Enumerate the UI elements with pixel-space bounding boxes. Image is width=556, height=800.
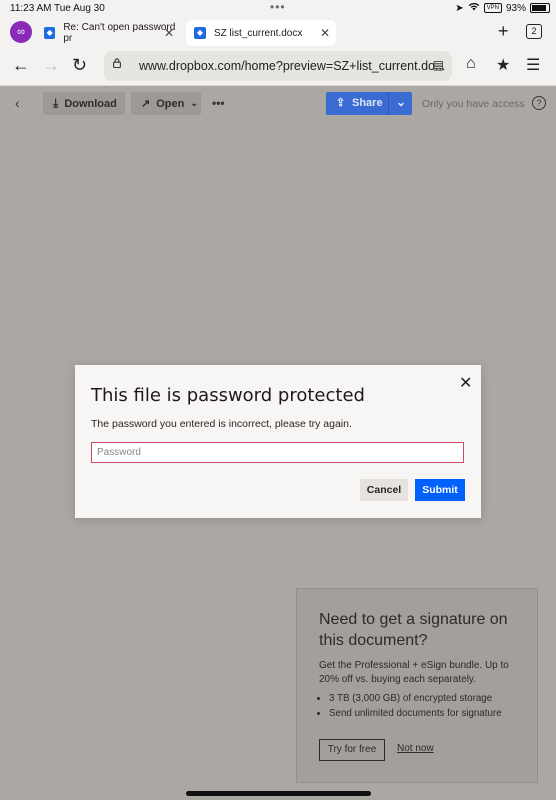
- share-button[interactable]: ⇪ Share ⌄: [326, 92, 412, 115]
- password-input[interactable]: Password: [91, 442, 464, 463]
- tab-title: Re: Can't open password pr: [63, 22, 176, 44]
- tab-bar: ∞ ◆ Re: Can't open password pr ✕ ◆ SZ li…: [0, 17, 556, 47]
- download-label: Download: [64, 97, 117, 110]
- help-icon[interactable]: ?: [532, 96, 546, 110]
- download-button[interactable]: ⤓ Download: [43, 92, 125, 115]
- new-tab-plus-icon[interactable]: +: [498, 21, 509, 42]
- not-now-link[interactable]: Not now: [397, 743, 434, 754]
- dropbox-favicon-icon: ◆: [44, 27, 56, 39]
- status-bar: 11:23 AM Tue Aug 30 ••• ➤ VPN 93%: [0, 0, 556, 17]
- battery-percent: 93%: [505, 2, 526, 14]
- back-arrow-icon[interactable]: ←: [12, 55, 30, 76]
- url-text: www.dropbox.com/home?preview=SZ+list_cur…: [139, 59, 446, 73]
- close-icon[interactable]: ✕: [459, 373, 472, 393]
- home-indicator[interactable]: [186, 791, 371, 796]
- promo-bullet: 3 TB (3,000 GB) of encrypted storage: [329, 691, 502, 706]
- dialog-title: This file is password protected: [91, 385, 365, 406]
- password-dialog: This file is password protected ✕ The pa…: [75, 365, 481, 518]
- more-options-icon[interactable]: •••: [212, 96, 225, 110]
- reader-view-icon[interactable]: ▤: [433, 58, 444, 72]
- tab-active[interactable]: ◆ SZ list_current.docx ✕: [186, 20, 336, 46]
- forward-arrow-icon[interactable]: →: [42, 55, 60, 76]
- status-date: Tue Aug 30: [54, 3, 105, 14]
- share-label: Share: [352, 97, 383, 109]
- promo-description: Get the Professional + eSign bundle. Up …: [319, 660, 509, 685]
- back-chevron-icon[interactable]: ‹: [15, 95, 20, 111]
- status-icons: ➤ VPN 93%: [455, 2, 550, 14]
- multitask-dots-icon[interactable]: •••: [270, 0, 286, 14]
- profile-infinity-icon[interactable]: ∞: [10, 21, 32, 43]
- navigation-bar: ← → ↻ www.dropbox.com/home?preview=SZ+li…: [0, 47, 556, 86]
- address-bar[interactable]: www.dropbox.com/home?preview=SZ+list_cur…: [104, 51, 452, 81]
- tab-close-icon[interactable]: ✕: [320, 26, 330, 40]
- cancel-button[interactable]: Cancel: [360, 479, 408, 501]
- error-message: The password you entered is incorrect, p…: [91, 418, 352, 430]
- status-time: 11:23 AM: [10, 3, 52, 14]
- tab-close-icon[interactable]: ✕: [164, 26, 174, 40]
- promo-heading: Need to get a signature on this document…: [319, 611, 508, 649]
- download-icon: ⤓: [53, 96, 59, 110]
- tab-title: SZ list_current.docx: [214, 27, 303, 39]
- share-divider: [388, 92, 389, 115]
- wifi-icon: [468, 2, 480, 14]
- bookmark-star-icon[interactable]: ★: [496, 55, 510, 75]
- location-icon: ➤: [455, 2, 464, 14]
- submit-button[interactable]: Submit: [415, 479, 465, 501]
- promo-bullets: 3 TB (3,000 GB) of encrypted storage Sen…: [317, 691, 502, 721]
- open-label: Open: [156, 97, 185, 110]
- promo-bullet: Send unlimited documents for signature: [329, 706, 502, 721]
- esign-promo-card: Need to get a signature on this document…: [296, 588, 538, 783]
- try-for-free-button[interactable]: Try for free: [319, 739, 385, 761]
- vpn-badge: VPN: [483, 3, 502, 13]
- preview-toolbar: ‹ ⤓ Download ↗ Open ⌄ ••• ⇪ Share ⌄ Only…: [0, 86, 556, 122]
- tab-inactive[interactable]: ◆ Re: Can't open password pr ✕: [40, 20, 180, 46]
- external-open-icon: ↗: [141, 98, 151, 110]
- chevron-down-icon: ⌄: [190, 98, 198, 108]
- menu-icon[interactable]: ☰: [526, 55, 540, 75]
- battery-icon: [530, 3, 550, 13]
- share-chevron-down-icon[interactable]: ⌄: [396, 95, 406, 109]
- open-button[interactable]: ↗ Open ⌄: [131, 92, 201, 115]
- dropbox-favicon-icon: ◆: [194, 27, 206, 39]
- reload-icon[interactable]: ↻: [72, 55, 87, 76]
- share-icon: ⇪: [336, 97, 346, 109]
- access-text: Only you have access: [422, 98, 525, 110]
- lock-icon: [113, 58, 121, 68]
- tab-count-button[interactable]: 2: [526, 24, 542, 39]
- home-icon[interactable]: ⌂: [466, 55, 476, 73]
